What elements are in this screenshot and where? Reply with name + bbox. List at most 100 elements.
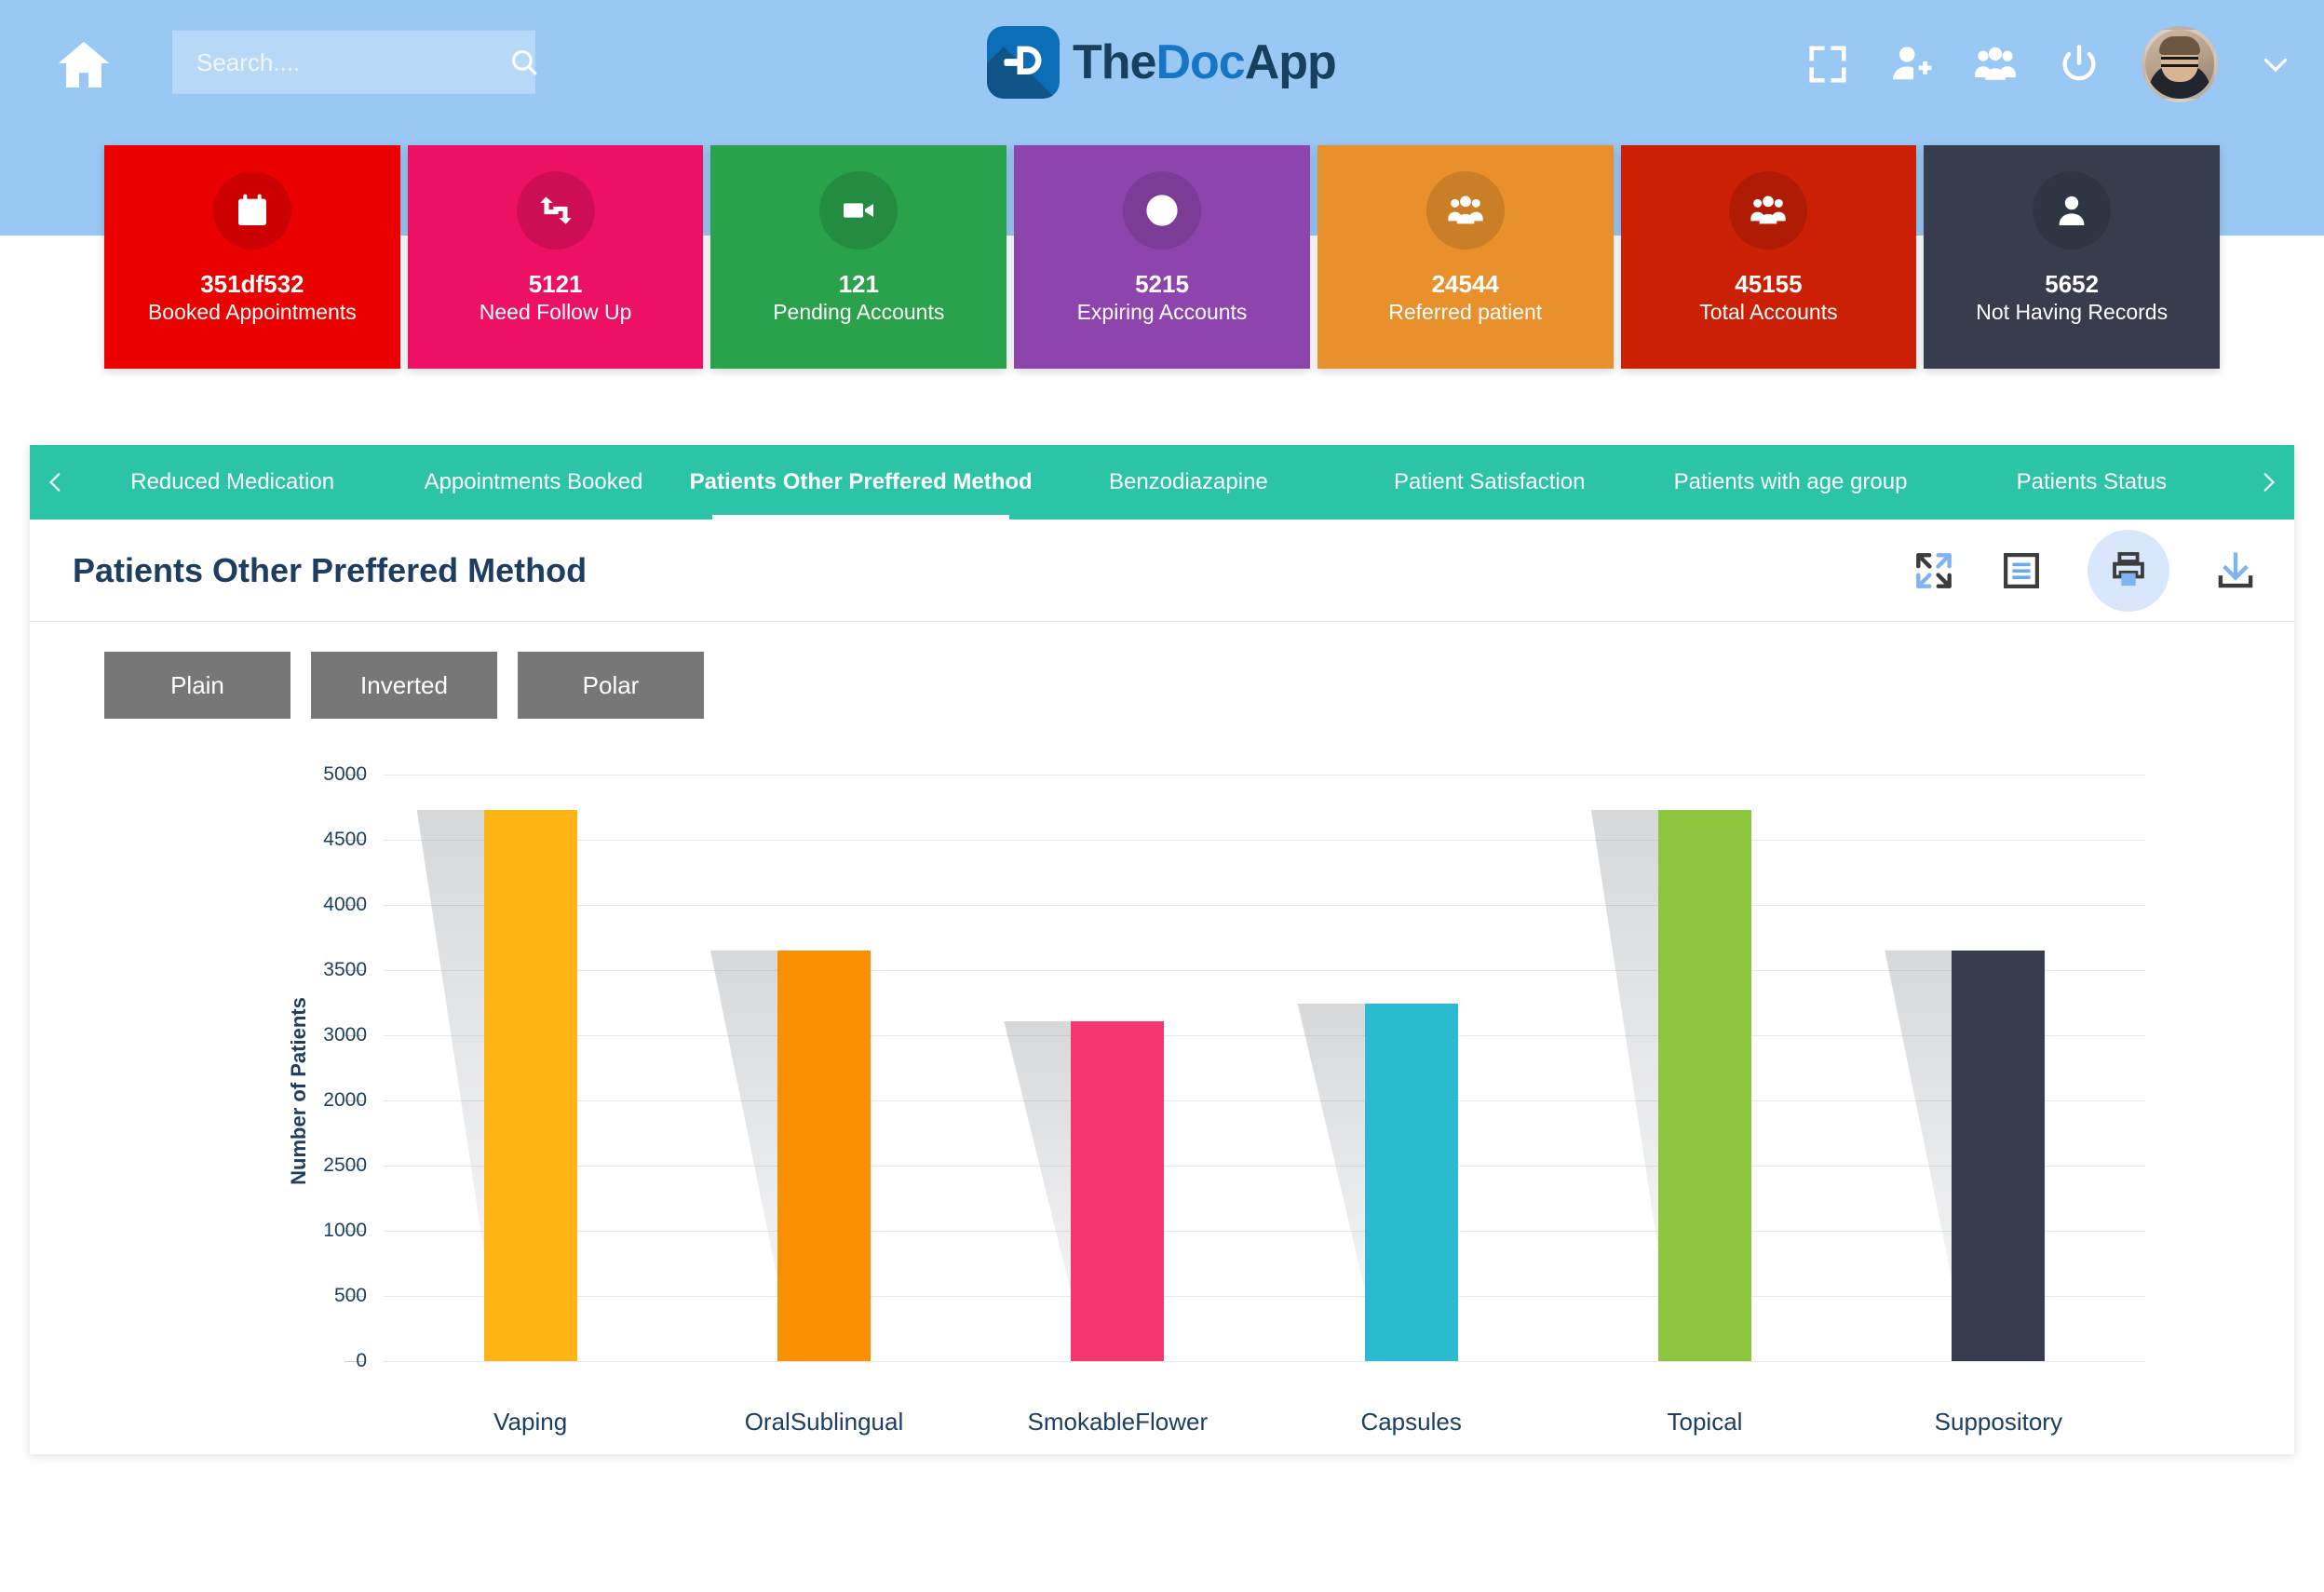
bars-container [384,775,2145,1361]
add-user-icon[interactable] [1890,43,1933,86]
avatar-hair [2159,36,2200,55]
tab-patient-satisfaction[interactable]: Patient Satisfaction [1339,445,1640,519]
users-group-icon [1425,171,1505,250]
chart-type-plain-button[interactable]: Plain [104,652,290,719]
x-tick-label: Topical [1667,1408,1743,1436]
y-tick-label: 4500 [323,829,367,850]
x-axis-labels: Vaping OralSublingual SmokableFlower Capsul… [384,1408,2145,1437]
brand-text: TheDocApp [1073,34,1337,90]
tab-list: Reduced Medication Appointments Booked Pat… [82,445,2242,519]
bar-slot [1852,775,2145,1361]
bar-suppository[interactable] [1952,951,2046,1361]
avatar[interactable] [2142,26,2218,102]
stat-card-label: Need Follow Up [479,299,632,324]
bar-capsules[interactable] [1364,1004,1458,1361]
y-tick-label: 0 [356,1350,367,1371]
calendar-icon [212,171,291,250]
chart-type-polar-button[interactable]: Polar [518,652,704,719]
stat-card-label: Expiring Accounts [1076,299,1248,324]
x-tick-label: Suppository [1934,1408,2062,1436]
stat-card[interactable]: 5215 Expiring Accounts [1014,145,1310,369]
stat-cards: 351df532 Booked Appointments 5121 Need Foll… [104,145,2221,369]
y-tick-label: 1000 [323,1220,367,1241]
stat-card-label: Total Accounts [1699,299,1838,324]
retweet-icon [516,171,595,250]
video-camera-icon [819,171,899,250]
stat-card-value: 24544 [1431,270,1499,298]
chart-type-inverted-button[interactable]: Inverted [311,652,497,719]
tab-bar: Reduced Medication Appointments Booked Pat… [30,445,2294,519]
tabs-next-arrow[interactable] [2242,445,2294,519]
page-title: Patients Other Preffered Method [73,550,588,589]
bar-topical[interactable] [1657,810,1751,1361]
stat-card[interactable]: 351df532 Booked Appointments [104,145,400,369]
stat-card[interactable]: 5121 Need Follow Up [407,145,704,369]
top-bar-row: TheDocApp [0,0,2324,130]
print-icon[interactable] [2088,529,2169,612]
tab-patients-with-age-group[interactable]: Patients with age group [1640,445,1940,519]
stat-card-label: Not Having Records [1976,299,2169,324]
brand-part-doc: Doc [1155,35,1245,89]
home-icon[interactable] [54,35,114,95]
chevron-down-icon[interactable] [2259,47,2292,81]
bar-oralsublingual[interactable] [777,951,871,1361]
y-tick-label: 5000 [323,763,367,785]
tab-patients-other-preffered-method[interactable]: Patients Other Preffered Method [684,445,1038,519]
y-tick-label: 2000 [323,1089,367,1111]
bar-slot [384,775,677,1361]
stat-card[interactable]: 121 Pending Accounts [710,145,1007,369]
tab-appointments-booked[interactable]: Appointments Booked [383,445,683,519]
bar-vaping[interactable] [483,810,577,1361]
bar-slot [1558,775,1851,1361]
stat-card[interactable]: 24544 Referred patient [1317,145,1614,369]
avatar-glasses [2161,57,2198,67]
bar-slot [971,775,1264,1361]
tab-reduced-medication[interactable]: Reduced Medication [82,445,383,519]
stat-card-label: Referred patient [1388,299,1543,324]
users-group-icon[interactable] [1974,43,2017,86]
brand-logo: TheDocApp [987,26,1337,99]
search-box[interactable] [172,31,537,94]
stat-card-value: 5652 [2045,270,2100,298]
bar-slot [1264,775,1558,1361]
expand-arrows-icon[interactable] [1912,549,1955,592]
document-list-icon[interactable] [2000,549,2043,592]
stat-card[interactable]: 45155 Total Accounts [1620,145,1917,369]
search-icon[interactable] [508,47,540,78]
x-tick-label: OralSublingual [744,1408,904,1436]
search-input[interactable] [196,47,508,77]
bar-slot [677,775,970,1361]
stat-card-label: Pending Accounts [773,299,945,324]
stat-card-value: 5215 [1135,270,1189,298]
user-icon [2033,171,2112,250]
y-tick-label: 2500 [323,1154,367,1176]
fullscreen-icon[interactable] [1806,43,1849,86]
bar-chart: Number of Patients 5000 4500 4000 3500 3000 2… [67,763,2257,1436]
y-axis-title: Number of Patients [286,997,310,1185]
doc-logo-glyph [987,26,1060,99]
download-icon[interactable] [2214,549,2257,592]
clock-icon [1123,171,1202,250]
y-tick-label: 3000 [323,1024,367,1046]
tab-benzodiazapine[interactable]: Benzodiazapine [1038,445,1339,519]
panel-tools [1912,529,2257,612]
bar-smokableflower[interactable] [1071,1021,1165,1361]
x-tick-label: SmokableFlower [1027,1408,1209,1436]
brand-part-the: The [1073,35,1156,89]
power-icon[interactable] [2058,43,2101,86]
stat-card-value: 5121 [528,270,583,298]
stat-card-value: 45155 [1735,270,1803,298]
x-axis-baseline [384,1361,2145,1362]
chart-panel: Reduced Medication Appointments Booked Pat… [30,445,2294,1454]
stat-card-value: 121 [838,270,879,298]
panel-header: Patients Other Preffered Method [30,519,2294,622]
stat-card[interactable]: 5652 Not Having Records [1924,145,2221,369]
users-group-icon [1729,171,1808,250]
plot-area: 5000 4500 4000 3500 3000 2000 2500 1000 500 0 [323,763,2145,1371]
stat-card-label: Booked Appointments [147,299,357,324]
y-tick-label: 3500 [323,959,367,980]
x-tick-label: Capsules [1360,1408,1462,1436]
tabs-prev-arrow[interactable] [30,445,82,519]
x-tick-label: Vaping [493,1408,568,1436]
tab-patients-status[interactable]: Patients Status [1941,445,2242,519]
